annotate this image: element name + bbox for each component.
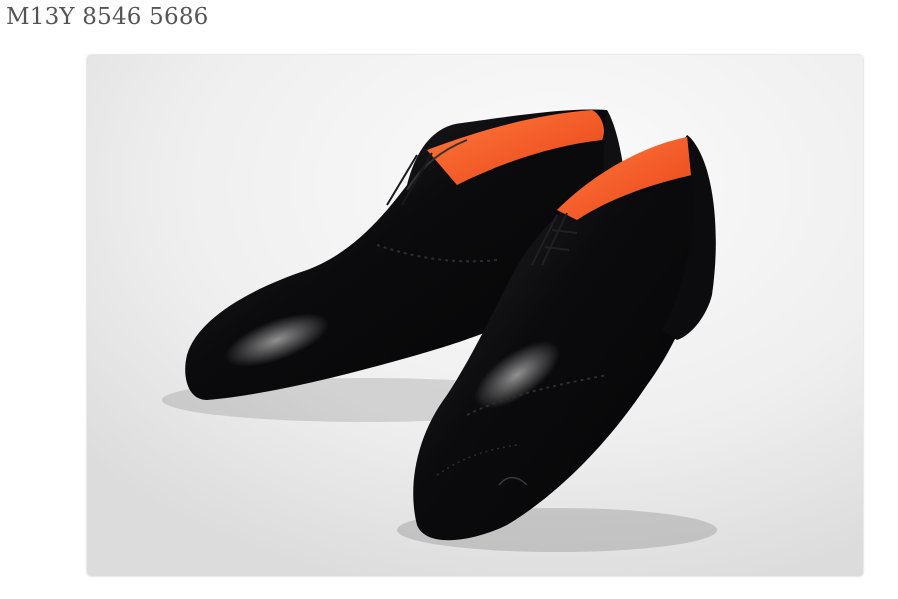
shoes-image	[87, 55, 863, 576]
product-code-title: M13Y 8546 5686	[6, 4, 209, 30]
product-page: M13Y 8546 5686	[0, 0, 898, 599]
product-photo[interactable]	[87, 55, 863, 576]
